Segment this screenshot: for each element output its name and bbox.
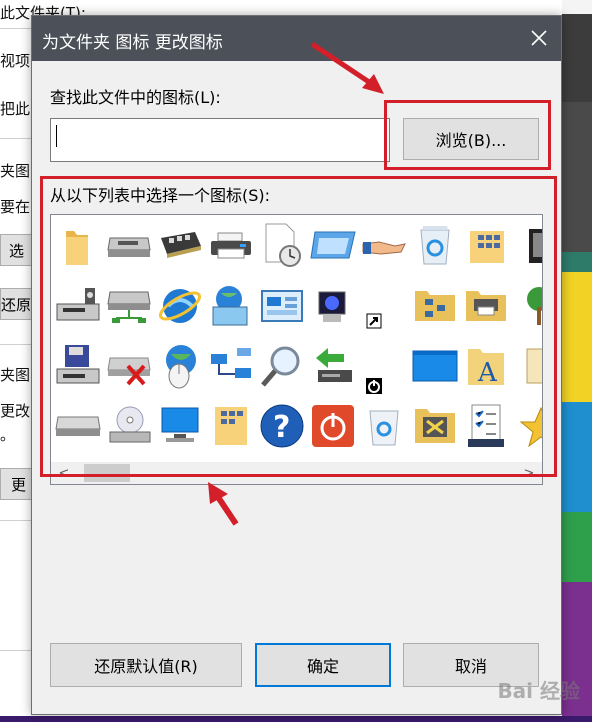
text-caret xyxy=(56,125,57,147)
bg-text: 夹图 xyxy=(0,366,31,384)
dialog-titlebar[interactable]: 为文件夹 图标 更改图标 xyxy=(32,16,561,61)
annotation-arrow-bottom-icon xyxy=(208,482,239,526)
annotation-box-icon-list xyxy=(40,176,557,477)
watermark: Bai 经验 xyxy=(497,679,580,703)
taskbar-edge xyxy=(0,716,592,722)
dialog-title: 为文件夹 图标 更改图标 xyxy=(42,33,223,53)
bg-text: 把此 xyxy=(0,100,31,118)
bg-text: 。 xyxy=(0,426,16,444)
find-icon-label: 查找此文件中的图标(L): xyxy=(50,88,221,107)
restore-default-button[interactable]: 还原默认值(R) xyxy=(50,643,242,687)
icon-file-path-input[interactable] xyxy=(50,118,390,162)
bg-text: 夹图 xyxy=(0,162,31,180)
close-icon[interactable] xyxy=(525,24,553,52)
annotation-box-browse xyxy=(384,100,551,170)
bg-text: 要在 xyxy=(0,198,31,216)
bg-text: 更改 xyxy=(0,402,31,420)
annotation-arrow-top-icon xyxy=(310,41,384,94)
background-desktop xyxy=(562,0,592,722)
ok-button[interactable]: 确定 xyxy=(255,643,391,687)
